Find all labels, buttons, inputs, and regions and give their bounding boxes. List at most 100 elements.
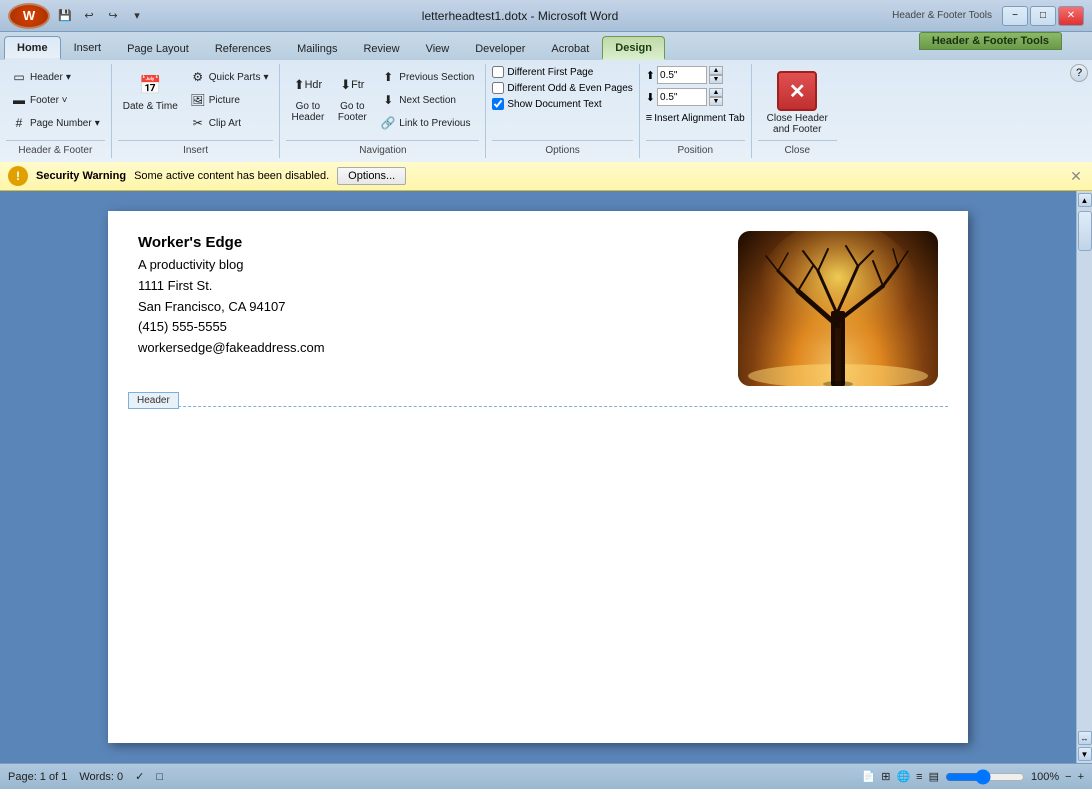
scroll-right-btn[interactable]: ↔ (1078, 731, 1092, 745)
top-pos-down[interactable]: ▼ (709, 75, 723, 84)
date-time-button[interactable]: 📅 Date & Time (118, 66, 183, 115)
diff-odd-even-option[interactable]: Different Odd & Even Pages (492, 82, 632, 94)
minimize-btn[interactable]: − (1002, 6, 1028, 26)
tab-mailings[interactable]: Mailings (284, 36, 350, 60)
go-to-footer-button[interactable]: ⬇Ftr Go toFooter (331, 66, 373, 126)
close-hf-button[interactable]: ✕ Close Headerand Footer (758, 66, 837, 140)
bottom-pos-down[interactable]: ▼ (709, 97, 723, 106)
picture-button[interactable]: 🖼 Picture (185, 89, 274, 111)
office-button[interactable]: W (8, 3, 50, 29)
top-pos-spinner: ▲ ▼ (709, 66, 723, 84)
zoom-slider[interactable] (945, 769, 1025, 785)
prev-section-button[interactable]: ⬆ Previous Section (375, 66, 479, 88)
status-right: 📄 ⊞ 🌐 ≡ ▤ 100% − + (862, 769, 1084, 785)
letterhead-image (738, 231, 938, 386)
bottom-pos-up[interactable]: ▲ (709, 88, 723, 97)
clip-art-button[interactable]: ✂ Clip Art (185, 112, 274, 134)
go-footer-icon: ⬇Ftr (336, 69, 368, 101)
group-content: ⬆ ▲ ▼ ⬇ ▲ ▼ ≡ Insert (646, 66, 745, 140)
bottom-pos-icon: ⬇ (646, 91, 655, 104)
zoom-in-btn[interactable]: + (1078, 771, 1084, 783)
footer-button[interactable]: ▬ Footer ˅ (6, 89, 105, 111)
undo-quick-btn[interactable]: ↩ (78, 6, 100, 26)
tab-home[interactable]: Home (4, 36, 61, 60)
position-col: ⬆ ▲ ▼ ⬇ ▲ ▼ ≡ Insert (646, 66, 745, 124)
bottom-position-input[interactable] (657, 88, 707, 106)
tab-insert[interactable]: Insert (61, 36, 115, 60)
doc-area: Worker's Edge A productivity blog 1111 F… (0, 191, 1076, 763)
layout-icon[interactable]: □ (156, 771, 163, 783)
diff-first-option[interactable]: Different First Page (492, 66, 632, 78)
status-bar: Page: 1 of 1 Words: 0 ✓ □ 📄 ⊞ 🌐 ≡ ▤ 100%… (0, 763, 1092, 789)
clip-art-icon: ✂ (190, 115, 206, 131)
group-options: Different First Page Different Odd & Eve… (486, 64, 639, 158)
header-divider: Header (128, 406, 948, 407)
page-info: Page: 1 of 1 (8, 771, 67, 783)
go-header-icon: ⬆Hdr (292, 69, 324, 101)
city: San Francisco, CA 94107 (138, 297, 325, 318)
redo-quick-btn[interactable]: ↪ (102, 6, 124, 26)
group-hf-label: Header & Footer (6, 140, 105, 156)
hf-tools-title: Header & Footer Tools (892, 10, 992, 21)
group-content: ⬆Hdr Go toHeader ⬇Ftr Go toFooter ⬆ Prev… (286, 66, 479, 140)
insert-alignment-row: ≡ Insert Alignment Tab (646, 112, 745, 124)
dropdown-quick-btn[interactable]: ▾ (126, 6, 148, 26)
page-number-button[interactable]: # Page Number ▾ (6, 112, 105, 134)
diff-first-checkbox[interactable] (492, 66, 504, 78)
scroll-up-btn[interactable]: ▲ (1078, 193, 1092, 207)
date-time-icon: 📅 (134, 69, 166, 101)
header-icon: ▭ (11, 69, 27, 85)
scroll-thumb[interactable] (1078, 211, 1092, 251)
scroll-down-btn[interactable]: ▼ (1078, 747, 1092, 761)
restore-btn[interactable]: □ (1030, 6, 1056, 26)
hf-btns: ▭ Header ▾ ▬ Footer ˅ # Page Number ▾ (6, 66, 105, 134)
quick-parts-button[interactable]: ⚙ Quick Parts ▾ (185, 66, 274, 88)
group-close: ✕ Close Headerand Footer Close (752, 64, 843, 158)
show-doc-text-option[interactable]: Show Document Text (492, 98, 632, 110)
help-button[interactable]: ? (1070, 64, 1088, 82)
tab-page-layout[interactable]: Page Layout (114, 36, 202, 60)
tab-references[interactable]: References (202, 36, 284, 60)
header-button[interactable]: ▭ Header ▾ (6, 66, 105, 88)
main-layout: Worker's Edge A productivity blog 1111 F… (0, 191, 1092, 763)
security-close-button[interactable]: ✕ (1068, 168, 1084, 184)
top-position-input[interactable] (657, 66, 707, 84)
top-pos-icon: ⬆ (646, 69, 655, 82)
group-position: ⬆ ▲ ▼ ⬇ ▲ ▼ ≡ Insert (640, 64, 752, 158)
phone: (415) 555-5555 (138, 317, 325, 338)
security-icon: ! (8, 166, 28, 186)
options-button[interactable]: Options... (337, 167, 406, 185)
security-bar: ! Security Warning Some active content h… (0, 162, 1092, 191)
page-num-icon: # (11, 115, 27, 131)
header-label: Header (128, 392, 179, 409)
prev-section-icon: ⬆ (380, 69, 396, 85)
group-navigation: ⬆Hdr Go toHeader ⬇Ftr Go toFooter ⬆ Prev… (280, 64, 486, 158)
next-section-button[interactable]: ⬇ Next Section (375, 89, 479, 111)
insert-col1: 📅 Date & Time (118, 66, 183, 115)
group-content: Different First Page Different Odd & Eve… (492, 66, 632, 140)
top-position-row: ⬆ ▲ ▼ (646, 66, 745, 84)
save-quick-btn[interactable]: 💾 (54, 6, 76, 26)
close-btn[interactable]: ✕ (1058, 6, 1084, 26)
top-pos-up[interactable]: ▲ (709, 66, 723, 75)
tab-view[interactable]: View (413, 36, 463, 60)
go-to-header-button[interactable]: ⬆Hdr Go toHeader (286, 66, 329, 126)
security-title: Security Warning (36, 170, 126, 182)
link-prev-button[interactable]: 🔗 Link to Previous (375, 112, 479, 134)
picture-icon: 🖼 (190, 92, 206, 108)
ribbon-content: ▭ Header ▾ ▬ Footer ˅ # Page Number ▾ He… (0, 60, 1092, 162)
show-doc-text-checkbox[interactable] (492, 98, 504, 110)
view-outline-btn[interactable]: ≡ (916, 771, 922, 783)
doc-scroll-area: Worker's Edge A productivity blog 1111 F… (0, 191, 1076, 763)
tab-developer[interactable]: Developer (462, 36, 538, 60)
tab-design[interactable]: Design (602, 36, 665, 60)
diff-odd-even-checkbox[interactable] (492, 82, 504, 94)
tab-acrobat[interactable]: Acrobat (538, 36, 602, 60)
zoom-out-btn[interactable]: − (1065, 771, 1071, 783)
tab-review[interactable]: Review (350, 36, 412, 60)
group-header-footer: ▭ Header ▾ ▬ Footer ˅ # Page Number ▾ He… (0, 64, 112, 158)
next-section-icon: ⬇ (380, 92, 396, 108)
footer-icon: ▬ (11, 92, 27, 108)
close-hf-label: Close Headerand Footer (767, 113, 828, 135)
address: 1111 First St. (138, 276, 325, 297)
